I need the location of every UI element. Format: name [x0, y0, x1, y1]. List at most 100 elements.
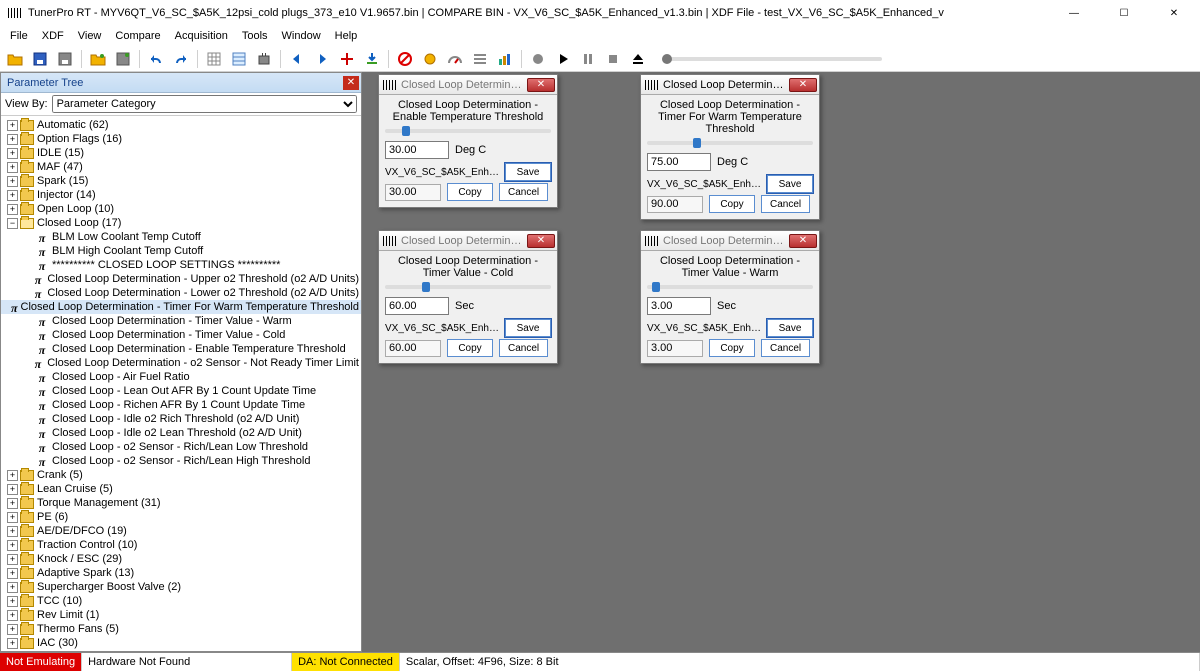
compare-value-input[interactable] [385, 184, 441, 201]
tree-folder[interactable]: +IDLE (15) [1, 146, 361, 160]
scalar-window-titlebar[interactable]: Closed Loop Determina... ✕ [379, 75, 557, 95]
tree-item[interactable]: π********** CLOSED LOOP SETTINGS *******… [1, 258, 361, 272]
tb-go-right-icon[interactable] [311, 48, 333, 70]
compare-value-input[interactable] [647, 340, 703, 357]
menu-compare[interactable]: Compare [109, 28, 166, 44]
tree-folder[interactable]: +Lean Cruise (5) [1, 482, 361, 496]
scalar-window[interactable]: Closed Loop Determina... ✕ Closed Loop D… [378, 74, 558, 208]
tree-item[interactable]: πClosed Loop Determination - o2 Sensor -… [1, 356, 361, 370]
tree-folder[interactable]: +Knock / ESC (29) [1, 552, 361, 566]
window-minimize-button[interactable]: ― [1052, 0, 1096, 26]
tree-folder[interactable]: +Open Loop (10) [1, 202, 361, 216]
tree-folder[interactable]: +Supercharger Boost Valve (2) [1, 580, 361, 594]
tb-stop-icon[interactable] [394, 48, 416, 70]
expander-icon[interactable]: + [7, 120, 18, 131]
compare-value-input[interactable] [647, 196, 703, 213]
tb-open-folder-icon[interactable] [4, 48, 26, 70]
menu-window[interactable]: Window [276, 28, 327, 44]
tb-save-icon[interactable] [29, 48, 51, 70]
save-button[interactable]: Save [767, 319, 813, 337]
menu-view[interactable]: View [72, 28, 108, 44]
scalar-value-input[interactable] [647, 297, 711, 315]
expander-icon[interactable]: + [7, 540, 18, 551]
expander-icon[interactable]: + [7, 638, 18, 649]
cancel-button[interactable]: Cancel [499, 183, 548, 201]
tree-item[interactable]: πBLM High Coolant Temp Cutoff [1, 244, 361, 258]
copy-button[interactable]: Copy [709, 195, 755, 213]
tb-record-icon[interactable] [527, 48, 549, 70]
window-maximize-button[interactable]: ☐ [1102, 0, 1146, 26]
menu-help[interactable]: Help [329, 28, 364, 44]
expander-icon[interactable]: + [7, 484, 18, 495]
tree-item[interactable]: πClosed Loop Determination - Upper o2 Th… [1, 272, 361, 286]
scalar-window-titlebar[interactable]: Closed Loop Determina... ✕ [641, 75, 819, 95]
save-button[interactable]: Save [505, 163, 551, 181]
cancel-button[interactable]: Cancel [761, 339, 810, 357]
tree-item[interactable]: πClosed Loop - Richen AFR By 1 Count Upd… [1, 398, 361, 412]
expander-icon[interactable]: + [7, 190, 18, 201]
menu-tools[interactable]: Tools [236, 28, 274, 44]
scalar-window-close-button[interactable]: ✕ [527, 234, 555, 248]
tb-grid-icon[interactable] [203, 48, 225, 70]
tb-download-icon[interactable] [361, 48, 383, 70]
tb-save-as-icon[interactable] [54, 48, 76, 70]
scalar-window-titlebar[interactable]: Closed Loop Determina... ✕ [379, 231, 557, 251]
copy-button[interactable]: Copy [447, 183, 493, 201]
tree-folder[interactable]: +MAF (47) [1, 160, 361, 174]
scalar-window-close-button[interactable]: ✕ [789, 234, 817, 248]
tb-bars-icon[interactable] [494, 48, 516, 70]
compare-value-input[interactable] [385, 340, 441, 357]
scalar-value-input[interactable] [385, 141, 449, 159]
tree-folder[interactable]: +TCC (10) [1, 594, 361, 608]
menu-file[interactable]: File [4, 28, 34, 44]
scalar-window[interactable]: Closed Loop Determina... ✕ Closed Loop D… [378, 230, 558, 364]
expander-icon[interactable]: + [7, 624, 18, 635]
scalar-window-close-button[interactable]: ✕ [789, 78, 817, 92]
tree-item[interactable]: πBLM Low Coolant Temp Cutoff [1, 230, 361, 244]
parameter-tree-titlebar[interactable]: Parameter Tree ✕ [1, 73, 361, 93]
window-close-button[interactable]: ✕ [1152, 0, 1196, 26]
tree-item[interactable]: πClosed Loop - Lean Out AFR By 1 Count U… [1, 384, 361, 398]
expander-icon[interactable]: + [7, 568, 18, 579]
expander-icon[interactable]: + [7, 162, 18, 173]
expander-icon[interactable]: + [7, 204, 18, 215]
viewby-select[interactable]: Parameter Category [52, 95, 357, 113]
tb-table-icon[interactable] [228, 48, 250, 70]
tb-eject-icon[interactable] [627, 48, 649, 70]
tree-item[interactable]: πClosed Loop Determination - Timer Value… [1, 314, 361, 328]
tree-folder[interactable]: +Option Flags (16) [1, 132, 361, 146]
expander-icon[interactable]: + [7, 526, 18, 537]
copy-button[interactable]: Copy [447, 339, 493, 357]
tree-folder[interactable]: +Automatic (62) [1, 118, 361, 132]
expander-icon[interactable]: + [7, 596, 18, 607]
parameter-tree-body[interactable]: +Automatic (62)+Option Flags (16)+IDLE (… [1, 116, 361, 651]
toolbar-slider[interactable] [662, 57, 882, 61]
tree-item[interactable]: πClosed Loop - Idle o2 Lean Threshold (o… [1, 426, 361, 440]
save-button[interactable]: Save [505, 319, 551, 337]
scalar-window[interactable]: Closed Loop Determina... ✕ Closed Loop D… [640, 74, 820, 220]
scalar-window-close-button[interactable]: ✕ [527, 78, 555, 92]
tree-folder[interactable]: +Injector (14) [1, 188, 361, 202]
menu-xdf[interactable]: XDF [36, 28, 70, 44]
scalar-slider[interactable] [647, 141, 813, 145]
tb-gauge-icon[interactable] [444, 48, 466, 70]
save-button[interactable]: Save [767, 175, 813, 193]
cancel-button[interactable]: Cancel [499, 339, 548, 357]
tb-undo-icon[interactable] [145, 48, 167, 70]
expander-icon[interactable]: + [7, 134, 18, 145]
parameter-tree-close-button[interactable]: ✕ [343, 76, 359, 90]
tree-item[interactable]: πClosed Loop - Idle o2 Rich Threshold (o… [1, 412, 361, 426]
tb-list-icon[interactable] [469, 48, 491, 70]
tree-folder[interactable]: −Closed Loop (17) [1, 216, 361, 230]
tb-stop-solid-icon[interactable] [602, 48, 624, 70]
tb-play-icon[interactable] [552, 48, 574, 70]
expander-icon[interactable]: − [7, 218, 18, 229]
expander-icon[interactable]: + [7, 148, 18, 159]
expander-icon[interactable]: + [7, 554, 18, 565]
expander-icon[interactable]: + [7, 176, 18, 187]
scalar-window[interactable]: Closed Loop Determina... ✕ Closed Loop D… [640, 230, 820, 364]
tree-item[interactable]: πClosed Loop - o2 Sensor - Rich/Lean Hig… [1, 454, 361, 468]
tree-item[interactable]: πClosed Loop - o2 Sensor - Rich/Lean Low… [1, 440, 361, 454]
tree-folder[interactable]: +Traction Control (10) [1, 538, 361, 552]
tree-item[interactable]: πClosed Loop - Air Fuel Ratio [1, 370, 361, 384]
